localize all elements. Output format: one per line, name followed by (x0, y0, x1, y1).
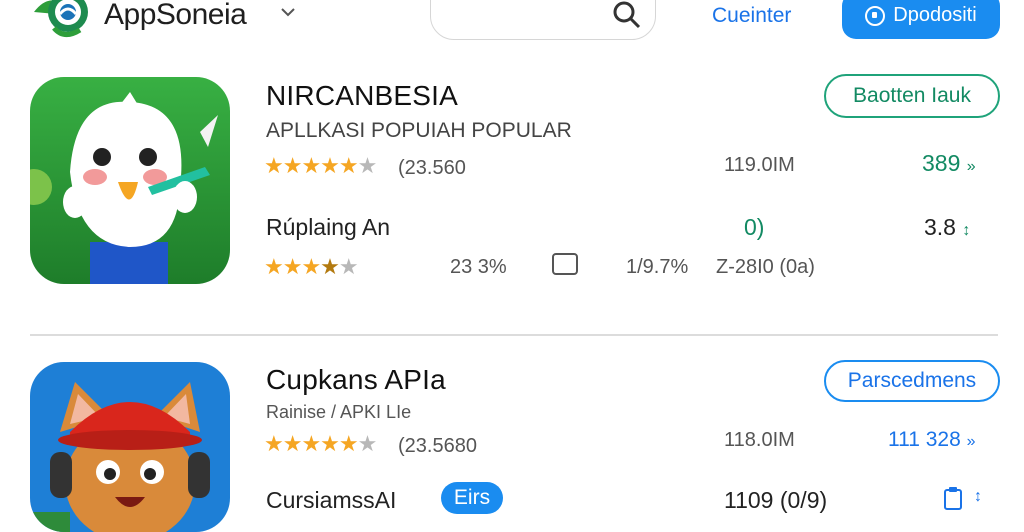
primary-action-label: Dpodositi (893, 4, 977, 26)
stat-value: 111 328 » (888, 428, 976, 451)
app-title[interactable]: Cupkans APIa (266, 364, 446, 396)
star-rating: ★★★★★★ (264, 431, 377, 456)
detail-label: Rúplaing An (266, 214, 391, 240)
app-subtitle: APLLKASI POPUIAH POPULAR (266, 119, 572, 142)
detail-size: 1109 (0/9) (724, 487, 828, 513)
app-size: 119.0IM (724, 154, 795, 176)
location-pin-icon (865, 5, 886, 26)
detail-mark: ↕ (974, 488, 982, 505)
app-subtitle: Rainise / APKI LIe (266, 402, 412, 422)
app-title[interactable]: NIRCANBESIA (266, 80, 458, 112)
ratio-value: 1/9.7% (626, 256, 689, 278)
nav-link[interactable]: Cueinter (712, 4, 791, 28)
sim-card-icon (552, 253, 578, 275)
search-icon[interactable] (612, 0, 642, 30)
stat-value: 389 » (922, 150, 976, 176)
clipboard-icon[interactable] (944, 486, 962, 515)
app-size: 118.0IM (724, 429, 795, 451)
detail-value: 0) (744, 214, 765, 240)
detail-score: 3.8 ↕ (924, 214, 971, 240)
install-button[interactable]: Baotten Iauk (824, 74, 1000, 118)
app-store-name[interactable]: AppSoneia (104, 0, 247, 32)
chevron-down-icon[interactable] (280, 3, 296, 24)
download-size: Z-28I0 (0a) (716, 256, 815, 278)
app-icon-cupkans[interactable] (30, 362, 230, 532)
rating-count: (23.5680 (398, 435, 477, 457)
divider (30, 334, 998, 336)
tag-pill[interactable]: Eirs (441, 482, 503, 514)
rating-count: (23.560 (398, 157, 466, 179)
percent-value: 23 3% (450, 256, 507, 278)
primary-action-button[interactable]: Dpodositi (842, 0, 1000, 39)
logo-icon[interactable] (30, 0, 92, 42)
sub-star-rating: ★★★★★ (264, 254, 359, 279)
star-rating: ★★★★★★ (264, 153, 377, 178)
install-button[interactable]: Parscedmens (824, 360, 1000, 402)
app-icon-nircanbesia[interactable] (30, 77, 230, 284)
detail-label: CursiamssAI (266, 487, 397, 513)
